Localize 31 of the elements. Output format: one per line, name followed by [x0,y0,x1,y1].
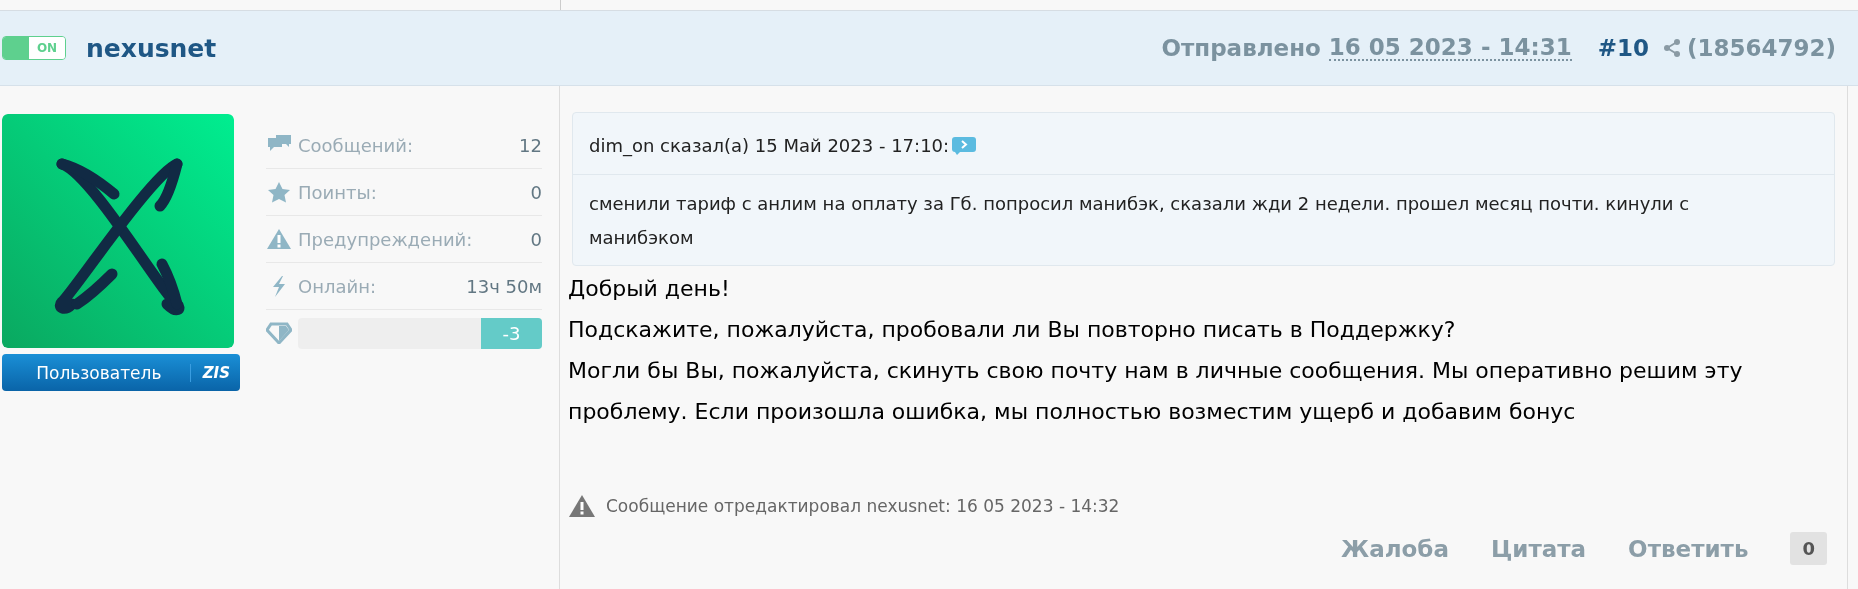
warning-icon [568,494,596,518]
stat-label: Поинты: [298,181,378,203]
post-text: Могли бы Вы, пожалуйста, скинуть свою почту нам в личные сообщения. Мы оперативно решим эту проблему. Если произошла ошибка, мы полностью возместим ущерб и добавим бонус [568,357,1744,426]
share-icon [1662,39,1681,57]
share-count: (18564792) [1686,35,1836,61]
group-tag: ZIS [189,363,240,382]
stat-label: Сообщений: [298,134,414,156]
diamond-icon [266,322,292,344]
warning-icon [266,228,292,250]
quote-header: dim_on сказал(а) 15 Май 2023 - 17:10: [589,135,950,156]
post-text: Добрый день! [568,275,731,303]
post-number-link[interactable]: #10 [1597,35,1649,61]
like-count[interactable]: 0 [1790,532,1827,565]
stat-value: 13ч 50м [466,275,542,297]
post-text: Подскажите, пожалуйста, пробовали ли Вы повторно писать в Поддержку? [568,316,1457,344]
stat-value: 0 [530,181,542,203]
stat-label: Предупреждений: [298,228,474,250]
stat-value: 12 [519,134,542,156]
group-label: Пользователь [35,362,163,383]
reputation-fill: -3 [481,317,542,349]
author-link[interactable]: nexusnet [86,33,217,63]
star-icon [266,181,292,203]
avatar-icon [2,114,234,348]
online-status-badge: ON [2,36,66,60]
stat-label: Онлайн: [298,275,377,297]
stat-value: 0 [530,228,542,250]
quote-text: сменили тариф с анлим на оплату за Гб. попросил манибэк, сказали жди 2 недели. прошел месяц почти. кинули с манибэком [588,192,1691,250]
go-to-post-icon[interactable] [951,136,978,155]
sent-label: Отправлено [1161,35,1321,61]
post-date: 16 05 2023 - 14:31 [1328,35,1572,61]
edit-note: Сообщение отредактировал nexusnet: 16 05 2023 - 14:32 [606,496,1120,516]
